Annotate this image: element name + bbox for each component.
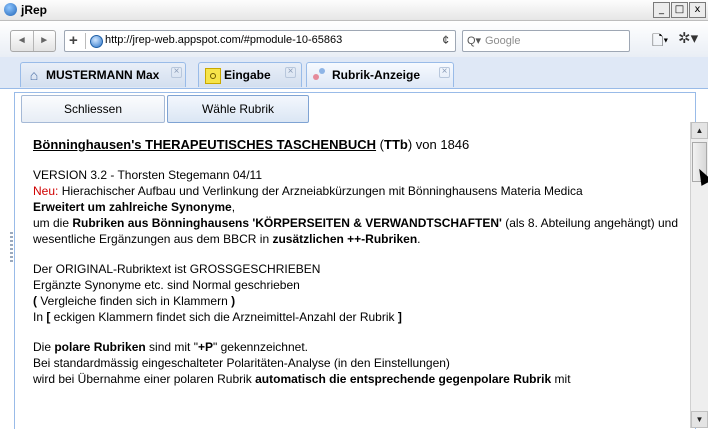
tab-label: Rubrik-Anzeige (332, 68, 421, 82)
globe-icon (90, 35, 103, 48)
page-menu-icon[interactable]: 🗋▾ (652, 30, 668, 54)
synonyme-line: Erweitert um zahlreiche Synonyme, (33, 200, 236, 214)
close-icon[interactable]: × (171, 67, 182, 78)
browser-toolbar: ◄ ► + http://jrep-web.appspot.com/#pmodu… (0, 21, 708, 58)
address-bar[interactable]: + http://jrep-web.appspot.com/#pmodule-1… (64, 30, 456, 52)
vergleiche-line: ( Vergleiche finden sich in Klammern ) (33, 294, 236, 308)
home-icon: ⌂ (29, 67, 39, 83)
rubrik-panel: Schliessen Wähle Rubrik Bönninghausen's … (14, 92, 696, 429)
ergaenzungen-line: wesentliche Ergänzungen aus dem BBCR in … (33, 232, 421, 246)
document-heading: Bönninghausen's THERAPEUTISCHES TASCHENB… (33, 137, 470, 152)
close-window-button[interactable]: x (689, 2, 706, 18)
scroll-up-icon[interactable]: ▲ (691, 122, 708, 139)
close-button[interactable]: Schliessen (21, 95, 165, 123)
app-tab-bar: ⌂ MUSTERMANN Max × Eingabe × Rubrik-Anze… (0, 57, 708, 89)
polaritaet-line: Bei standardmässig eingeschalteter Polar… (33, 356, 450, 370)
search-input[interactable]: Q▾ Google (462, 30, 630, 52)
tab-patient[interactable]: ⌂ MUSTERMANN Max × (20, 62, 186, 87)
rubrik-icon (313, 68, 327, 82)
search-placeholder: Google (485, 35, 521, 47)
gegenpolar-line: wird bei Übernahme einer polaren Rubrik … (33, 372, 571, 386)
app-icon (4, 3, 17, 16)
reload-icon[interactable]: ¢ (442, 33, 449, 47)
close-icon[interactable]: × (285, 67, 296, 78)
scroll-down-icon[interactable]: ▼ (691, 411, 708, 428)
title-bar: jRep _ □ x (0, 0, 708, 21)
tab-label: Eingabe (224, 68, 271, 82)
back-button[interactable]: ◄ (11, 31, 33, 51)
add-bookmark-icon[interactable]: + (69, 32, 78, 49)
search-icon[interactable]: Q▾ (467, 34, 481, 47)
maximize-button[interactable]: □ (671, 2, 688, 18)
tab-rubrik-anzeige[interactable]: Rubrik-Anzeige × (306, 62, 454, 87)
polare-line: Die polare Rubriken sind mit "+P" gekenn… (33, 340, 308, 354)
edit-icon (205, 68, 221, 84)
choose-rubrik-button[interactable]: Wähle Rubrik (167, 95, 309, 123)
url-text[interactable]: http://jrep-web.appspot.com/#pmodule-10-… (105, 34, 342, 46)
forward-button[interactable]: ► (32, 31, 56, 51)
version-line: VERSION 3.2 - Thorsten Stegemann 04/11 (33, 168, 263, 182)
divider (85, 33, 86, 49)
neu-line: Neu: Hierachischer Aufbau und Verlinkung… (33, 184, 583, 198)
nav-buttons: ◄ ► (10, 30, 56, 52)
tab-eingabe[interactable]: Eingabe × (198, 62, 302, 87)
eckigen-line: In [ eckigen Klammern findet sich die Ar… (33, 310, 402, 324)
window-title: jRep (21, 3, 48, 17)
original-line: Der ORIGINAL-Rubriktext ist GROSSGESCHRI… (33, 262, 321, 276)
window-controls: _ □ x (653, 2, 706, 18)
rubriken-line: um die Rubriken aus Bönninghausens 'KÖRP… (33, 216, 679, 230)
document-text: Bönninghausen's THERAPEUTISCHES TASCHENB… (33, 137, 681, 429)
ergaenzt-line: Ergänzte Synonyme etc. sind Normal gesch… (33, 278, 300, 292)
minimize-button[interactable]: _ (653, 2, 670, 18)
gear-icon[interactable]: ✲▾ (678, 29, 698, 47)
close-icon[interactable]: × (439, 67, 450, 78)
tab-label: MUSTERMANN Max (46, 68, 160, 82)
splitter-handle[interactable] (10, 232, 13, 262)
